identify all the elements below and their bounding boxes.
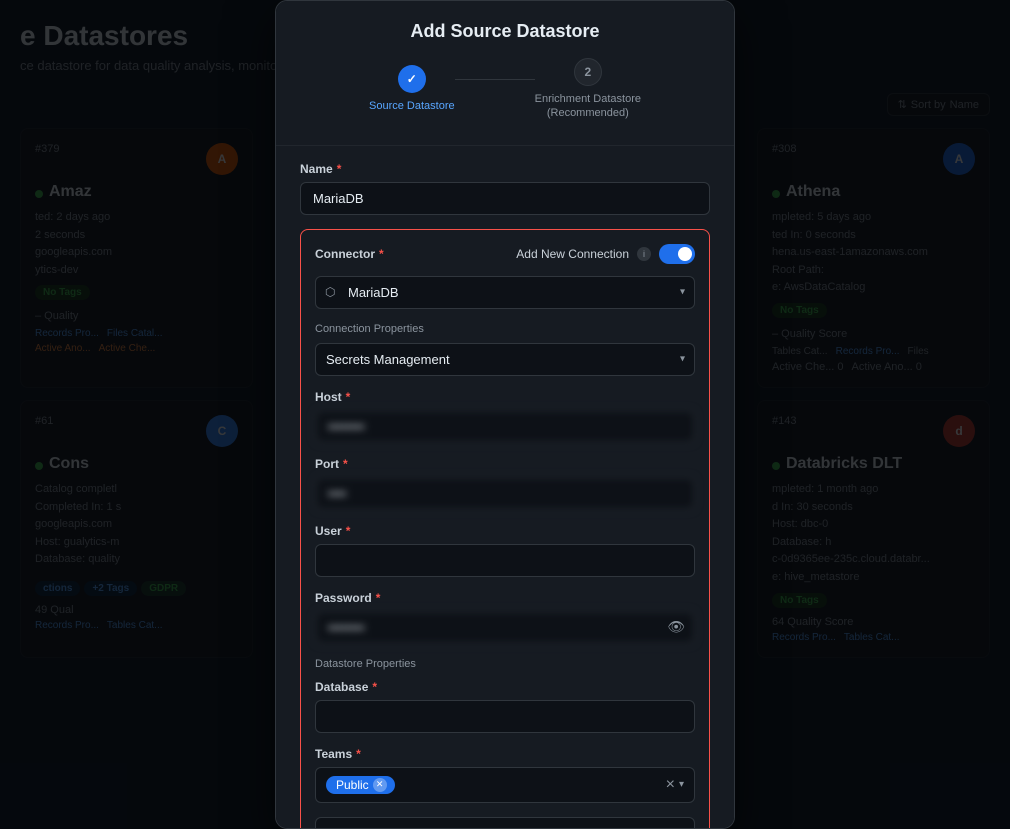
port-input[interactable] <box>315 477 695 510</box>
teams-input-field[interactable]: Public ✕ × ▾ <box>315 767 695 803</box>
step-1-circle: ✓ <box>398 65 426 93</box>
connector-section: Connector * Add New Connection i ⬡ Maria… <box>300 229 710 829</box>
step-2-label: Enrichment Datastore(Recommended) <box>535 92 641 121</box>
host-input[interactable] <box>315 410 695 443</box>
password-field-group: Password * 👁 <box>315 591 695 644</box>
team-tag-public: Public ✕ <box>326 776 395 794</box>
password-label: Password * <box>315 591 695 605</box>
modal-header: Add Source Datastore ✓ Source Datastore … <box>276 1 734 146</box>
connector-header: Connector * Add New Connection i <box>315 244 695 264</box>
add-new-connection-toggle[interactable] <box>659 244 695 264</box>
step-2: 2 Enrichment Datastore(Recommended) <box>535 58 641 121</box>
modal-body: Name * Connector * Add New Connection i <box>276 146 734 829</box>
connector-select[interactable]: MariaDB <box>315 276 695 309</box>
teams-chevron-icon[interactable]: ▾ <box>679 779 684 790</box>
conn-props-label: Connection Properties <box>315 323 695 335</box>
database-label: Database * <box>315 680 695 694</box>
secrets-mgmt-group: Secrets Management ▾ <box>315 343 695 376</box>
name-input[interactable] <box>300 182 710 215</box>
connector-label: Connector * <box>315 247 384 261</box>
host-field-group: Host * <box>315 390 695 443</box>
host-label: Host * <box>315 390 695 404</box>
step-2-circle: 2 <box>574 58 602 86</box>
database-field-group: Database * <box>315 680 695 733</box>
user-field-group: User * <box>315 524 695 577</box>
team-tag-remove[interactable]: ✕ <box>373 778 387 792</box>
add-source-datastore-modal: Add Source Datastore ✓ Source Datastore … <box>275 0 735 829</box>
stepper: ✓ Source Datastore 2 Enrichment Datastor… <box>300 42 710 129</box>
database-input[interactable] <box>315 700 695 733</box>
step-1-label: Source Datastore <box>369 99 455 113</box>
info-icon: i <box>637 247 651 261</box>
name-label: Name * <box>300 162 710 176</box>
connector-select-wrapper: ⬡ MariaDB ▾ <box>315 276 695 309</box>
password-input[interactable] <box>315 611 695 644</box>
user-input[interactable] <box>315 544 695 577</box>
teams-clear-button[interactable]: × <box>666 777 675 793</box>
port-field-group: Port * <box>315 457 695 510</box>
teams-actions: × ▾ <box>666 777 684 793</box>
modal-title: Add Source Datastore <box>300 21 710 42</box>
eye-icon[interactable]: 👁 <box>667 619 685 636</box>
datastore-props-label: Datastore Properties <box>315 658 695 670</box>
initiate-cataloging-group: Initiate Cataloging Automatically start … <box>315 817 695 829</box>
user-label: User * <box>315 524 695 538</box>
step-1: ✓ Source Datastore <box>369 65 455 113</box>
required-indicator: * <box>337 162 342 176</box>
add-new-connection-control: Add New Connection i <box>516 244 695 264</box>
step-connector <box>455 79 535 80</box>
password-input-wrapper: 👁 <box>315 611 695 644</box>
modal-overlay: Add Source Datastore ✓ Source Datastore … <box>0 0 1010 829</box>
name-field-group: Name * <box>300 162 710 215</box>
teams-label: Teams * <box>315 747 695 761</box>
secrets-mgmt-select[interactable]: Secrets Management <box>315 343 695 376</box>
teams-field-group: Teams * Public ✕ × ▾ <box>315 747 695 803</box>
port-label: Port * <box>315 457 695 471</box>
secrets-mgmt-wrapper: Secrets Management ▾ <box>315 343 695 376</box>
